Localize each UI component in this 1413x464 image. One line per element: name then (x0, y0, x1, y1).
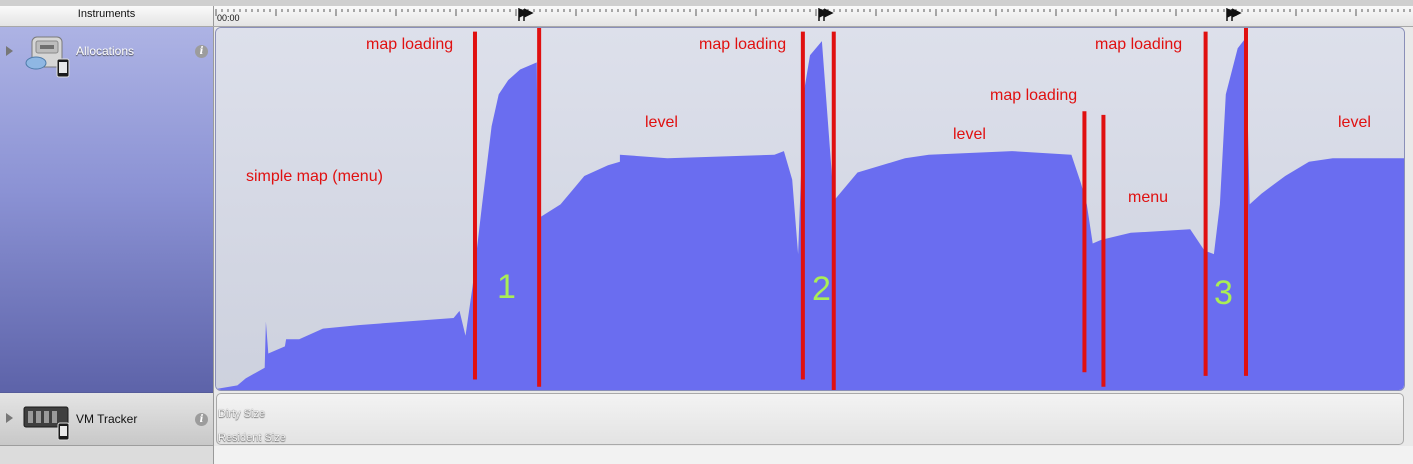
marker-number: 2 (812, 270, 831, 308)
annotation-label: simple map (menu) (246, 168, 383, 185)
instrument-name-allocations: Allocations (76, 44, 135, 58)
instrument-row-allocations[interactable]: Allocations i (0, 27, 213, 393)
annotation-label: map loading (366, 36, 454, 53)
annotation-label: map loading (1095, 36, 1183, 53)
annotation-label: level (645, 114, 678, 131)
annotation-label: level (1338, 114, 1371, 131)
flag-marker-icon[interactable] (1225, 8, 1243, 22)
marker-number: 1 (497, 268, 516, 306)
flag-marker-icon[interactable] (517, 8, 535, 22)
info-icon[interactable]: i (195, 413, 208, 426)
resident-size-label: Resident Size (218, 432, 286, 444)
time-start-label: 00:00 (217, 13, 240, 23)
dirty-size-label: Dirty Size (218, 408, 266, 420)
allocations-instrument-icon (25, 36, 70, 78)
annotation-label: map loading (990, 87, 1078, 104)
vm-tracker-instrument-icon (23, 406, 70, 441)
disclosure-triangle-icon[interactable] (6, 46, 13, 56)
vm-tracker-track[interactable]: Dirty Size Resident Size (216, 393, 1404, 445)
info-icon[interactable]: i (195, 45, 208, 58)
instruments-column-header: Instruments (77, 8, 136, 20)
timeline-bottom-area (214, 446, 1413, 464)
annotation-label: level (953, 126, 986, 143)
allocations-graph (216, 28, 1404, 390)
instrument-row-vm-tracker[interactable]: VM Tracker i (0, 393, 213, 446)
instrument-name-vm-tracker: VM Tracker (76, 412, 138, 426)
disclosure-triangle-icon[interactable] (6, 413, 13, 423)
marker-number: 3 (1214, 274, 1233, 312)
annotation-label: menu (1128, 189, 1169, 206)
allocations-track[interactable] (215, 27, 1405, 391)
annotation-label: map loading (699, 36, 787, 53)
flag-marker-icon[interactable] (817, 8, 835, 22)
